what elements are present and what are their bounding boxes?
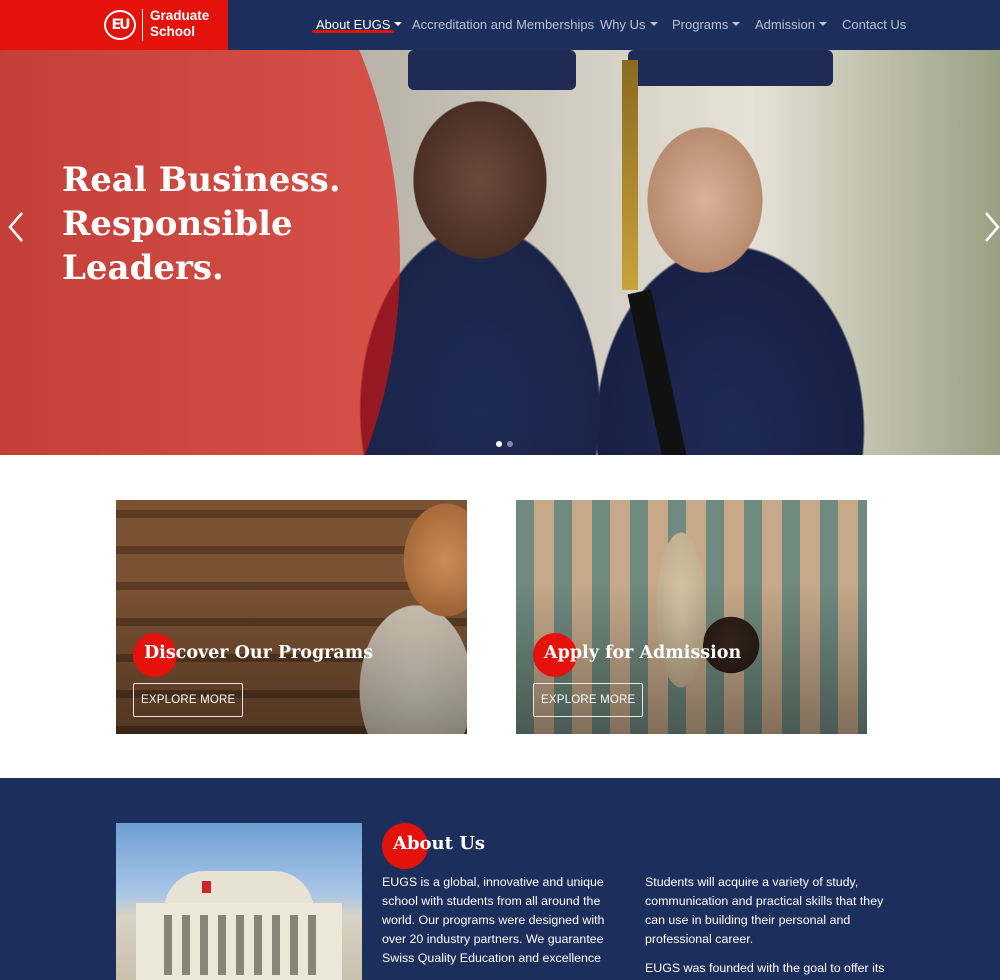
card-title: Discover Our Programs	[144, 643, 374, 663]
carousel-next-button[interactable]	[982, 210, 1000, 244]
hero-headline: Real Business. Responsible Leaders.	[62, 158, 382, 290]
building-columns	[154, 915, 324, 975]
carousel-dot-1[interactable]	[496, 441, 502, 447]
caret-down-icon	[649, 22, 658, 26]
swiss-flag-icon	[202, 881, 211, 893]
admission-card[interactable]: Apply for Admission EXPLORE MORE	[516, 500, 867, 734]
hero-headline-line: Leaders.	[62, 248, 224, 288]
programs-card[interactable]: Discover Our Programs EXPLORE MORE	[116, 500, 467, 734]
logo-divider	[142, 9, 143, 41]
opera-house-image	[116, 823, 362, 980]
logo-line-1: Graduate	[150, 8, 210, 23]
nav-item-label: Admission	[755, 17, 815, 32]
nav-active-underline	[312, 30, 394, 33]
camera-strap-image	[627, 289, 687, 455]
caret-down-icon	[732, 22, 741, 26]
nav-item-admission[interactable]: Admission	[755, 17, 827, 32]
logo-text: Graduate School	[150, 8, 209, 40]
eu-logo-icon: EU	[104, 10, 136, 40]
tassel-image	[622, 60, 638, 290]
caret-down-icon	[818, 22, 827, 26]
nav-item-programs[interactable]: Programs	[672, 17, 741, 32]
graduation-cap-image	[408, 50, 576, 90]
explore-more-button[interactable]: EXPLORE MORE	[133, 683, 244, 717]
carousel-prev-button[interactable]	[6, 210, 26, 244]
nav-item-label: Contact Us	[842, 17, 907, 32]
about-text-col-1: EUGS is a global, innovative and unique …	[382, 873, 630, 968]
about-text-col-2: Students will acquire a variety of study…	[645, 873, 893, 978]
top-navbar: EU Graduate School About EUGS Accreditat…	[0, 0, 1000, 50]
nav-item-contact-us[interactable]: Contact Us	[842, 17, 906, 32]
about-section: About Us EUGS is a global, innovative an…	[0, 778, 1000, 980]
logo-line-2: School	[150, 24, 196, 39]
chevron-right-icon	[985, 212, 1000, 242]
nav-item-label: Why Us	[600, 17, 646, 32]
chevron-left-icon	[8, 212, 23, 242]
nav-item-label: Accreditation and Memberships	[412, 17, 595, 32]
nav-item-why-us[interactable]: Why Us	[600, 17, 658, 32]
about-paragraph: Students will acquire a variety of study…	[645, 875, 884, 946]
about-title: About Us	[393, 833, 486, 854]
card-title: Apply for Admission	[544, 643, 742, 663]
carousel-dot-2[interactable]	[507, 441, 513, 447]
about-paragraph: EUGS was founded with the goal to offer …	[645, 961, 885, 975]
nav-item-label: Programs	[672, 17, 729, 32]
explore-more-button[interactable]: EXPLORE MORE	[533, 683, 644, 717]
about-paragraph: EUGS is a global, innovative and unique …	[382, 875, 605, 965]
caret-down-icon	[394, 22, 403, 26]
carousel-indicators	[496, 441, 513, 447]
school-logo[interactable]: EU Graduate School	[0, 0, 228, 50]
hero-headline-line: Responsible	[62, 204, 293, 244]
nav-item-accreditation[interactable]: Accreditation and Memberships	[412, 17, 594, 32]
hero-headline-line: Real Business.	[62, 160, 341, 200]
graduation-cap-image	[628, 50, 833, 86]
hero-carousel: Real Business. Responsible Leaders.	[0, 50, 1000, 455]
